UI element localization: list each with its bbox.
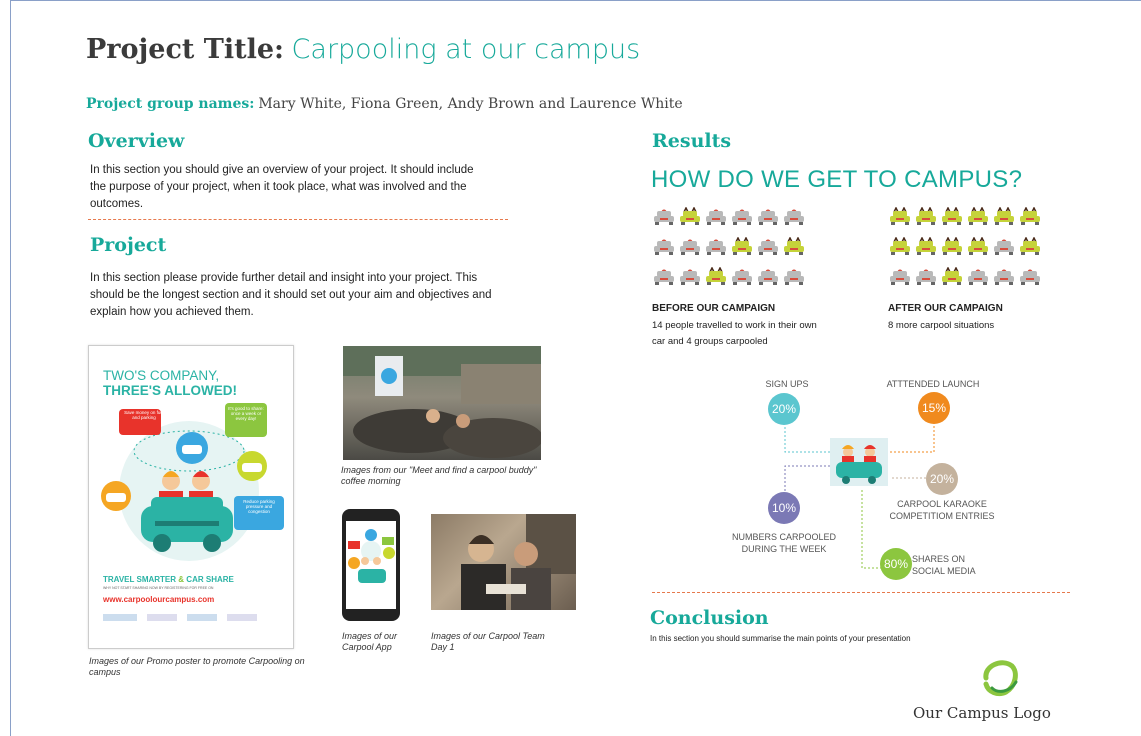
- campus-logo-text: Our Campus Logo: [913, 704, 1051, 722]
- carpool-car-icon: [706, 267, 726, 285]
- project-title-value: Carpooling at our campus: [291, 34, 641, 65]
- carpool-car-icon: [890, 237, 910, 255]
- stat-circle-social: 80%: [880, 548, 912, 580]
- single-car-icon: [994, 239, 1014, 255]
- poster-illustration: [101, 403, 284, 561]
- team-caption: Images of our Carpool Team Day 1: [431, 631, 545, 652]
- single-car-icon: [654, 209, 674, 225]
- carpool-car-icon: [830, 438, 888, 486]
- carpool-car-icon: [968, 237, 988, 255]
- carpool-car-icon: [732, 237, 752, 255]
- carpool-car-icon: [916, 207, 936, 225]
- stat-circle-signups: 20%: [768, 393, 800, 425]
- single-car-icon: [680, 239, 700, 255]
- poster-line2: THREE'S ALLOWED!: [103, 383, 237, 398]
- group-names: Project group names: Mary White, Fiona G…: [86, 95, 683, 112]
- carpool-car-icon: [916, 237, 936, 255]
- stat-circle-launch: 15%: [918, 392, 950, 424]
- poster-logos: [103, 614, 279, 624]
- single-car-icon: [758, 209, 778, 225]
- single-car-icon: [732, 269, 752, 285]
- conclusion-text: In this section you should summarise the…: [650, 634, 911, 643]
- poster-url: www.carpoolourcampus.com: [103, 595, 215, 604]
- app-caption: Images of our Carpool App: [342, 631, 398, 652]
- after-title: AFTER OUR CAMPAIGN: [888, 303, 1003, 314]
- poster-small-text: WHY NOT START SHARING NOW BY REGISTERING…: [103, 586, 214, 590]
- poster-bubble-3: Reduce parking pressure and congestion: [243, 499, 275, 514]
- after-text: 8 more carpool situations: [888, 320, 995, 331]
- single-car-icon: [784, 209, 804, 225]
- overview-text: In this section you should give an overv…: [90, 164, 474, 210]
- divider: [88, 219, 508, 220]
- poster-line1: TWO'S COMPANY,: [103, 368, 220, 383]
- single-car-icon: [784, 269, 804, 285]
- poster-tagline: TRAVEL SMARTER & CAR SHARE: [103, 575, 234, 584]
- before-text: 14 people travelled to work in their own…: [652, 320, 817, 347]
- coffee-caption: Images from our "Meet and find a carpool…: [341, 465, 537, 486]
- stat-label-social: SHARES ON SOCIAL MEDIA: [912, 554, 976, 576]
- single-car-icon: [890, 269, 910, 285]
- promo-poster: TWO'S COMPANY, THREE'S ALLOWED! Save mon…: [88, 345, 294, 649]
- stat-label-signups: SIGN UPS: [765, 379, 809, 389]
- stat-circle-carpooled: 10%: [768, 492, 800, 524]
- team-photo-scene: [461, 514, 576, 610]
- carpool-car-icon: [1020, 237, 1040, 255]
- single-car-icon: [1020, 269, 1040, 285]
- carpool-car-icon: [942, 207, 962, 225]
- stat-label-carpooled: NUMBERS CARPOOLED DURING THE WEEK: [731, 532, 837, 554]
- single-car-icon: [706, 209, 726, 225]
- single-car-icon: [758, 269, 778, 285]
- group-names-label: Project group names:: [86, 96, 255, 112]
- carpool-car-icon: [968, 207, 988, 225]
- single-car-icon: [916, 269, 936, 285]
- stat-label-karaoke: CARPOOL KARAOKE COMPETITIOM ENTRIES: [889, 499, 995, 521]
- single-car-icon: [994, 269, 1014, 285]
- app-illustration: [348, 529, 395, 583]
- coffee-photo-scene: [343, 346, 541, 458]
- group-names-value: Mary White, Fiona Green, Andy Brown and …: [258, 96, 683, 112]
- single-car-icon: [706, 239, 726, 255]
- single-car-icon: [732, 209, 752, 225]
- before-title: BEFORE OUR CAMPAIGN: [652, 303, 776, 314]
- stat-label-launch: ATTTENDED LAUNCH: [886, 379, 980, 389]
- single-car-icon: [968, 269, 988, 285]
- poster-bubble-2: It's good to share: once a week or every…: [228, 406, 264, 421]
- project-heading: Project: [90, 234, 167, 256]
- carpool-car-icon: [784, 237, 804, 255]
- results-subheading: HOW DO WE GET TO CAMPUS?: [651, 166, 1023, 193]
- campus-logo-icon: [983, 660, 1018, 697]
- carpool-car-icon: [890, 207, 910, 225]
- results-heading: Results: [652, 130, 732, 152]
- app-phone: [342, 509, 400, 621]
- poster-caption: Images of our Promo poster to promote Ca…: [89, 656, 305, 677]
- carpool-car-icon: [942, 237, 962, 255]
- stat-circle-karaoke: 20%: [926, 463, 958, 495]
- carpool-car-icon: [680, 207, 700, 225]
- single-car-icon: [654, 269, 674, 285]
- project-title: Project Title: Carpooling at our campus: [86, 34, 640, 65]
- poster-bubble-1: Save money on fuel and parking: [124, 410, 164, 420]
- app-screen: [346, 521, 396, 609]
- single-car-icon: [654, 239, 674, 255]
- single-car-icon: [758, 239, 778, 255]
- conclusion-heading: Conclusion: [650, 607, 769, 629]
- carpool-car-icon: [994, 207, 1014, 225]
- overview-heading: Overview: [88, 130, 185, 152]
- project-title-label: Project Title:: [86, 34, 285, 65]
- divider: [652, 592, 1070, 593]
- project-text: In this section please provide further d…: [90, 272, 492, 318]
- single-car-icon: [680, 269, 700, 285]
- coffee-morning-photo: [343, 346, 541, 460]
- carpool-car-icon: [1020, 207, 1040, 225]
- team-day-photo: [431, 514, 576, 610]
- carpool-car-icon: [942, 267, 962, 285]
